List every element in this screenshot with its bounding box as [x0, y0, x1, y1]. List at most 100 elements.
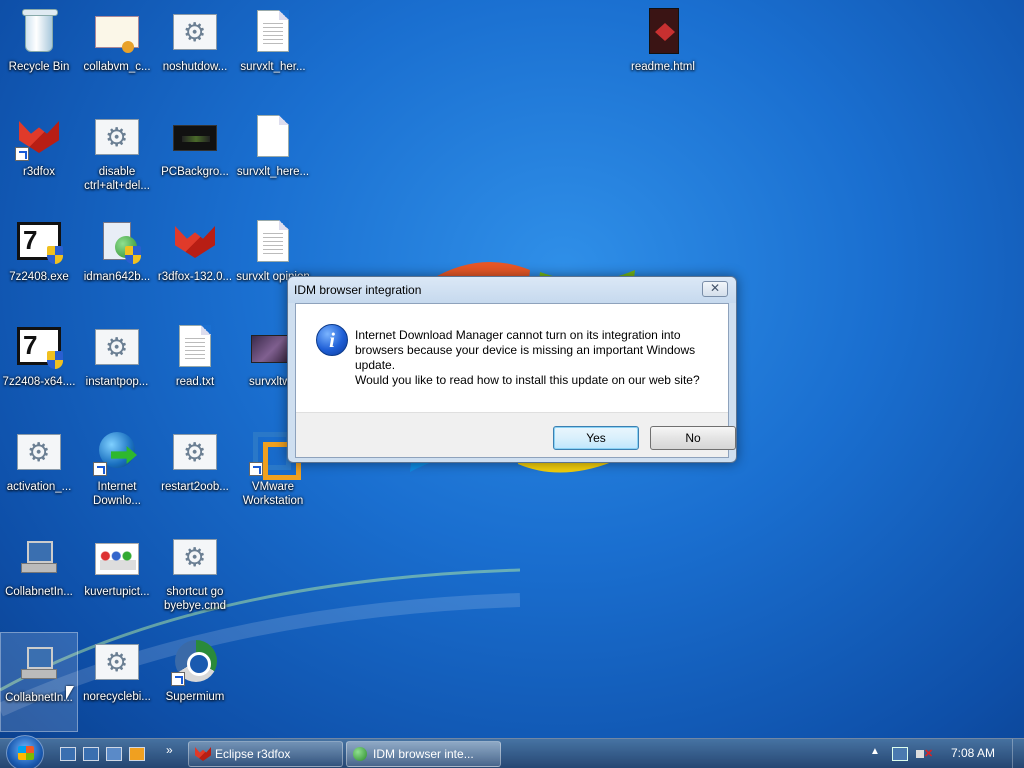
uac-shield-icon	[125, 246, 141, 264]
quicklaunch-more-chevron-icon[interactable]: »	[166, 743, 173, 757]
taskbar-item-r3dfox[interactable]: Eclipse r3dfox	[188, 741, 343, 767]
quicklaunch-media-icon[interactable]	[129, 747, 145, 761]
taskbar-item-idm-dialog[interactable]: IDM browser inte...	[346, 741, 501, 767]
shortcut-arrow-icon	[15, 147, 29, 161]
desktop-icon-label: disable ctrl+alt+del...	[84, 166, 150, 192]
dialog-title[interactable]: IDM browser integration	[288, 277, 736, 303]
desktop-icon-label: survxlt_here...	[236, 166, 310, 178]
text-file-icon	[179, 325, 211, 367]
settings-file-icon	[95, 644, 139, 680]
idm-browser-integration-dialog: IDM browser integration ✕ i Internet Dow…	[287, 276, 737, 463]
settings-file-icon	[95, 329, 139, 365]
desktop-icon-label: Internet Downlo...	[93, 481, 141, 507]
desktop-icon-label: 7z2408-x64....	[2, 376, 76, 388]
desktop-icon-collabvm-certificate[interactable]: collabvm_c...	[78, 2, 156, 102]
idm-globe-icon	[353, 747, 367, 761]
dialog-message-line1: Internet Download Manager cannot turn on…	[355, 328, 696, 372]
desktop-icon-label: instantpop...	[85, 376, 149, 388]
volume-muted-tray-icon[interactable]	[916, 747, 933, 761]
taskbar: » Eclipse r3dfox IDM browser inte... ▲ 7…	[0, 735, 1024, 768]
information-icon: i	[316, 324, 348, 356]
desktop-icon-label: readme.html	[631, 61, 695, 73]
desktop-icon-restart2oobe[interactable]: restart2oob...	[156, 422, 234, 522]
image-file-icon	[173, 125, 217, 151]
desktop-icon-label: CollabnetIn...	[5, 586, 73, 598]
desktop-icon-label: noshutdow...	[162, 61, 228, 73]
desktop-icon-7z2408-exe[interactable]: 7 7z2408.exe	[0, 212, 78, 312]
recycle-bin-icon	[22, 9, 58, 52]
desktop-icon-instantpop[interactable]: instantpop...	[78, 317, 156, 417]
blank-document-icon	[257, 115, 289, 157]
desktop-icon-survxlt-here-2[interactable]: survxlt_here...	[234, 107, 312, 207]
desktop-icon-label: kuvertupict...	[84, 586, 150, 598]
html-file-icon	[649, 8, 679, 54]
network-tray-icon[interactable]	[892, 747, 908, 761]
no-button[interactable]: No	[650, 426, 736, 450]
desktop-icon-shortcut-go-byebye[interactable]: shortcut go byebye.cmd	[156, 527, 234, 627]
desktop-icon-r3dfox[interactable]: r3dfox	[0, 107, 78, 207]
desktop-icon-label: read.txt	[175, 376, 215, 388]
desktop-icon-norecyclebin[interactable]: norecyclebi...	[78, 632, 156, 732]
desktop-icon-noshutdown[interactable]: noshutdow...	[156, 2, 234, 102]
desktop-icon-internet-download-manager[interactable]: Internet Downlo...	[78, 422, 156, 522]
dialog-close-button[interactable]: ✕	[702, 281, 728, 297]
desktop-icon-recycle-bin[interactable]: Recycle Bin	[0, 2, 78, 102]
desktop-icon-pcbackground[interactable]: PCBackgro...	[156, 107, 234, 207]
desktop-icon-idman-installer[interactable]: idman642b...	[78, 212, 156, 312]
taskbar-item-label: IDM browser inte...	[373, 747, 474, 761]
document-icon	[257, 220, 289, 262]
desktop-icon-supermium[interactable]: Supermium	[156, 632, 234, 732]
mouse-cursor	[66, 686, 74, 700]
desktop-icon-collabnet-2[interactable]: CollabnetIn...	[0, 632, 78, 732]
uac-shield-icon	[47, 351, 63, 369]
desktop-icon-activation[interactable]: activation_...	[0, 422, 78, 522]
desktop-icon-label: Supermium	[165, 691, 225, 703]
show-desktop-button[interactable]	[1012, 739, 1024, 768]
settings-file-icon	[173, 539, 217, 575]
desktop-icon-readme-html[interactable]: readme.html	[624, 2, 702, 102]
settings-file-icon	[95, 119, 139, 155]
desktop-icon-r3dfox-installer[interactable]: r3dfox-132.0...	[156, 212, 234, 312]
taskbar-clock[interactable]: 7:08 AM	[951, 746, 995, 760]
desktop-icon-label: 7z2408.exe	[9, 271, 69, 283]
settings-file-icon	[173, 14, 217, 50]
shortcut-arrow-icon	[171, 672, 185, 686]
quicklaunch-show-desktop-icon[interactable]	[60, 747, 76, 761]
dialog-message: Internet Download Manager cannot turn on…	[355, 328, 720, 388]
start-button[interactable]	[6, 735, 44, 768]
dialog-body: i Internet Download Manager cannot turn …	[295, 303, 736, 458]
quicklaunch-monitor-icon[interactable]	[106, 747, 122, 761]
dialog-message-area: i Internet Download Manager cannot turn …	[296, 304, 728, 414]
uac-shield-icon	[47, 246, 63, 264]
dialog-button-bar: Yes No	[296, 412, 736, 457]
image-file-icon	[95, 543, 139, 575]
desktop-icon-label: VMware Workstation	[242, 481, 304, 507]
quicklaunch-explorer-icon[interactable]	[83, 747, 99, 761]
yes-button[interactable]: Yes	[553, 426, 639, 450]
network-computer-icon	[21, 643, 57, 683]
r3dfox-icon	[195, 747, 211, 761]
certificate-icon	[95, 16, 139, 53]
taskbar-item-label: Eclipse r3dfox	[215, 747, 291, 761]
tray-show-hidden-icons-arrow-icon[interactable]: ▲	[870, 746, 880, 757]
desktop-icon-7z2408-x64[interactable]: 7 7z2408-x64....	[0, 317, 78, 417]
network-computer-icon	[21, 537, 57, 577]
document-icon	[257, 10, 289, 52]
desktop-icon-survxlt-here-1[interactable]: survxlt_her...	[234, 2, 312, 102]
desktop-icon-label: r3dfox-132.0...	[157, 271, 233, 283]
desktop-icon-label: restart2oob...	[161, 481, 229, 493]
desktop-icon-label: idman642b...	[83, 271, 151, 283]
desktop-icon-read-txt[interactable]: read.txt	[156, 317, 234, 417]
desktop-icon-label: r3dfox	[23, 166, 55, 178]
dialog-message-line2: Would you like to read how to install th…	[355, 373, 700, 387]
desktop-icon-label: PCBackgro...	[161, 166, 229, 178]
desktop-icon-disable-ctrl-alt-del[interactable]: disable ctrl+alt+del...	[78, 107, 156, 207]
desktop-icon-label: Recycle Bin	[8, 61, 70, 73]
desktop-icon-kuvertupict[interactable]: kuvertupict...	[78, 527, 156, 627]
desktop-icon-label: collabvm_c...	[83, 61, 151, 73]
desktop-icon-collabnet-1[interactable]: CollabnetIn...	[0, 527, 78, 627]
settings-file-icon	[17, 434, 61, 470]
desktop-icon-label: norecyclebi...	[83, 691, 151, 703]
desktop-icon-label: shortcut go byebye.cmd	[163, 586, 226, 612]
desktop-icon-label: activation_...	[6, 481, 72, 493]
